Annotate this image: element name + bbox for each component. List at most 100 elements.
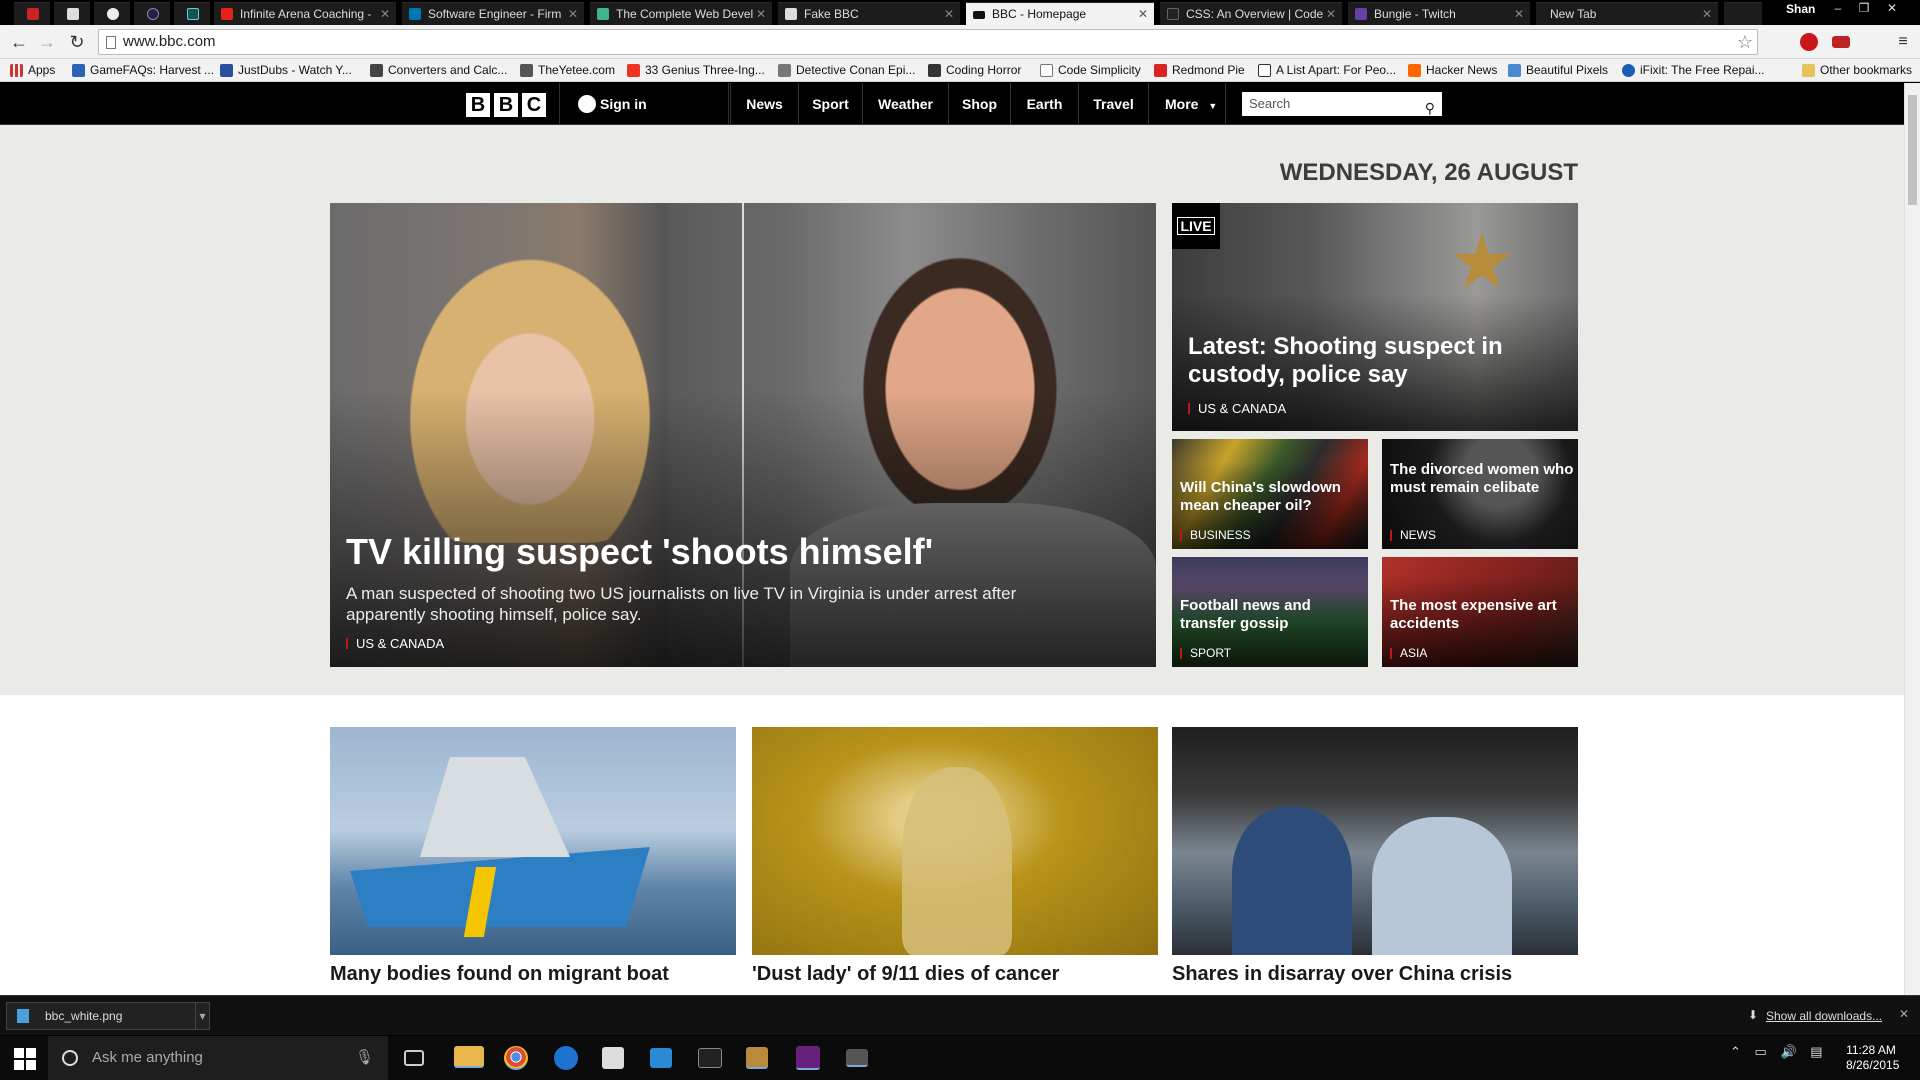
- terminal-icon[interactable]: [698, 1048, 722, 1068]
- live-story-card[interactable]: LIVE Latest: Shooting suspect in custody…: [1172, 203, 1578, 431]
- close-tab-icon[interactable]: ✕: [380, 3, 390, 25]
- tab-pinned-1[interactable]: [14, 2, 50, 25]
- app-icon[interactable]: [746, 1047, 768, 1069]
- network-icon[interactable]: ▭: [1755, 1044, 1767, 1059]
- close-window-icon[interactable]: ✕: [1880, 0, 1904, 18]
- forward-icon[interactable]: →: [36, 31, 58, 53]
- chevron-down-icon[interactable]: ▾: [195, 1003, 209, 1029]
- nav-earth[interactable]: Earth: [1010, 83, 1078, 125]
- address-bar[interactable]: www.bbc.com ☆: [98, 29, 1758, 55]
- show-all-downloads-link[interactable]: Show all downloads...: [1766, 1009, 1882, 1023]
- bookmark-redmond-pie[interactable]: Redmond Pie: [1154, 63, 1245, 77]
- download-item[interactable]: bbc_white.png ▾: [6, 1002, 210, 1030]
- close-tab-icon[interactable]: ✕: [1514, 3, 1524, 25]
- tab-bbc-homepage[interactable]: BBC - Homepage ✕: [966, 2, 1154, 25]
- chrome-menu-icon[interactable]: ≡: [1892, 31, 1914, 53]
- tab-software-engineer[interactable]: Software Engineer - Firm ✕: [402, 2, 584, 25]
- reload-icon[interactable]: ↻: [66, 31, 88, 53]
- tile-tag[interactable]: NEWS: [1390, 528, 1436, 542]
- scrollbar-thumb[interactable]: [1908, 95, 1917, 205]
- main-story-tag[interactable]: US & CANADA: [346, 636, 444, 651]
- close-tab-icon[interactable]: ✕: [1138, 3, 1148, 25]
- chrome-icon[interactable]: [504, 1046, 528, 1070]
- close-tab-icon[interactable]: ✕: [568, 3, 578, 25]
- story-tile-divorced-women[interactable]: The divorced women who must remain celib…: [1382, 439, 1578, 549]
- bookmark-gamefaqs[interactable]: GameFAQs: Harvest ...: [72, 63, 214, 77]
- tab-infinite-arena[interactable]: Infinite Arena Coaching - ✕: [214, 2, 396, 25]
- tab-fake-bbc[interactable]: Fake BBC ✕: [778, 2, 960, 25]
- bookmark-converters[interactable]: Converters and Calc...: [370, 63, 507, 77]
- bookmark-coding-horror[interactable]: Coding Horror: [928, 63, 1021, 77]
- adblock-extension-icon[interactable]: [1800, 33, 1818, 51]
- live-story-tag[interactable]: US & CANADA: [1188, 401, 1286, 416]
- windows-start-icon[interactable]: [14, 1048, 36, 1070]
- search-input[interactable]: Search ⚲: [1242, 92, 1442, 116]
- tab-bungie-twitch[interactable]: Bungie - Twitch ✕: [1348, 2, 1530, 25]
- tile-tag[interactable]: SPORT: [1180, 646, 1231, 660]
- story-card-migrant-boat[interactable]: [330, 727, 736, 955]
- bookmark-buzzfeed[interactable]: 33 Genius Three-Ing...: [627, 63, 765, 77]
- sign-in-link[interactable]: Sign in: [559, 83, 729, 125]
- story-tile-art-accidents[interactable]: The most expensive art accidents ASIA: [1382, 557, 1578, 667]
- bookmark-ifixit[interactable]: iFixit: The Free Repai...: [1622, 63, 1765, 77]
- close-tab-icon[interactable]: ✕: [944, 3, 954, 25]
- cortana-search-box[interactable]: Ask me anything 🎙: [48, 1036, 388, 1080]
- visual-studio-icon[interactable]: [796, 1046, 820, 1070]
- task-view-icon[interactable]: [404, 1050, 424, 1066]
- bookmark-justdubs[interactable]: JustDubs - Watch Y...: [220, 63, 352, 77]
- close-tab-icon[interactable]: ✕: [1326, 3, 1336, 25]
- bookmark-theyetee[interactable]: TheYetee.com: [520, 63, 615, 77]
- profile-name[interactable]: Shan: [1786, 2, 1815, 16]
- tile-tag[interactable]: ASIA: [1390, 646, 1427, 660]
- extension-icon[interactable]: [1832, 36, 1850, 48]
- notifications-icon[interactable]: ▤: [1810, 1044, 1822, 1059]
- nav-sport[interactable]: Sport: [798, 83, 862, 125]
- nav-weather[interactable]: Weather: [862, 83, 948, 125]
- story-card-dust-lady[interactable]: [752, 727, 1158, 955]
- bbc-logo[interactable]: BBC: [466, 93, 550, 117]
- file-explorer-icon[interactable]: [454, 1046, 484, 1068]
- tab-new-tab[interactable]: New Tab ✕: [1536, 2, 1718, 25]
- tab-web-developer[interactable]: The Complete Web Devel ✕: [590, 2, 772, 25]
- nav-shop[interactable]: Shop: [948, 83, 1010, 125]
- bookmark-code-simplicity[interactable]: Code Simplicity: [1040, 63, 1141, 77]
- main-story-card[interactable]: TV killing suspect 'shoots himself' A ma…: [330, 203, 1156, 667]
- back-icon[interactable]: ←: [8, 31, 30, 53]
- close-tab-icon[interactable]: ✕: [1702, 3, 1712, 25]
- chevron-up-icon[interactable]: ⌃: [1730, 1044, 1741, 1059]
- nav-news[interactable]: News: [730, 83, 798, 125]
- app-icon[interactable]: [650, 1048, 672, 1068]
- story-tile-china-oil[interactable]: Will China's slowdown mean cheaper oil? …: [1172, 439, 1368, 549]
- system-clock[interactable]: 11:28 AM 8/26/2015: [1846, 1043, 1899, 1073]
- bookmark-star-icon[interactable]: ☆: [1737, 30, 1753, 54]
- minimize-icon[interactable]: –: [1826, 0, 1850, 18]
- new-tab-button[interactable]: [1724, 2, 1762, 25]
- nav-travel[interactable]: Travel: [1078, 83, 1148, 125]
- bookmark-apps[interactable]: Apps: [10, 63, 55, 77]
- bookmark-beautiful-pixels[interactable]: Beautiful Pixels: [1508, 63, 1608, 77]
- tab-pinned-4[interactable]: [134, 2, 170, 25]
- microphone-icon[interactable]: 🎙: [355, 1036, 374, 1080]
- story-title-migrant-boat[interactable]: Many bodies found on migrant boat: [330, 963, 669, 986]
- story-title-china-crisis[interactable]: Shares in disarray over China crisis: [1172, 963, 1512, 986]
- story-title-dust-lady[interactable]: 'Dust lady' of 9/11 dies of cancer: [752, 963, 1059, 986]
- tab-pinned-3[interactable]: [94, 2, 130, 25]
- story-tile-football[interactable]: Football news and transfer gossip SPORT: [1172, 557, 1368, 667]
- story-card-china-crisis[interactable]: [1172, 727, 1578, 955]
- main-story-title[interactable]: TV killing suspect 'shoots himself': [346, 531, 1126, 573]
- other-bookmarks[interactable]: Other bookmarks: [1802, 63, 1912, 77]
- store-icon[interactable]: [602, 1047, 624, 1069]
- edge-icon[interactable]: [554, 1046, 578, 1070]
- tab-pinned-2[interactable]: [54, 2, 90, 25]
- bookmark-a-list-apart[interactable]: A List Apart: For Peo...: [1258, 63, 1396, 77]
- system-tray[interactable]: ⌃ ▭ 🔊 ▤: [1730, 1044, 1823, 1060]
- tile-tag[interactable]: BUSINESS: [1180, 528, 1251, 542]
- tab-pinned-5[interactable]: [174, 2, 210, 25]
- tab-css-overview[interactable]: CSS: An Overview | Code ✕: [1160, 2, 1342, 25]
- close-icon[interactable]: ✕: [1899, 1007, 1909, 1021]
- page-scrollbar[interactable]: [1904, 83, 1920, 995]
- restore-icon[interactable]: ❐: [1852, 0, 1876, 18]
- close-tab-icon[interactable]: ✕: [756, 3, 766, 25]
- nav-more[interactable]: More ▼: [1148, 83, 1226, 125]
- volume-icon[interactable]: 🔊: [1780, 1044, 1796, 1059]
